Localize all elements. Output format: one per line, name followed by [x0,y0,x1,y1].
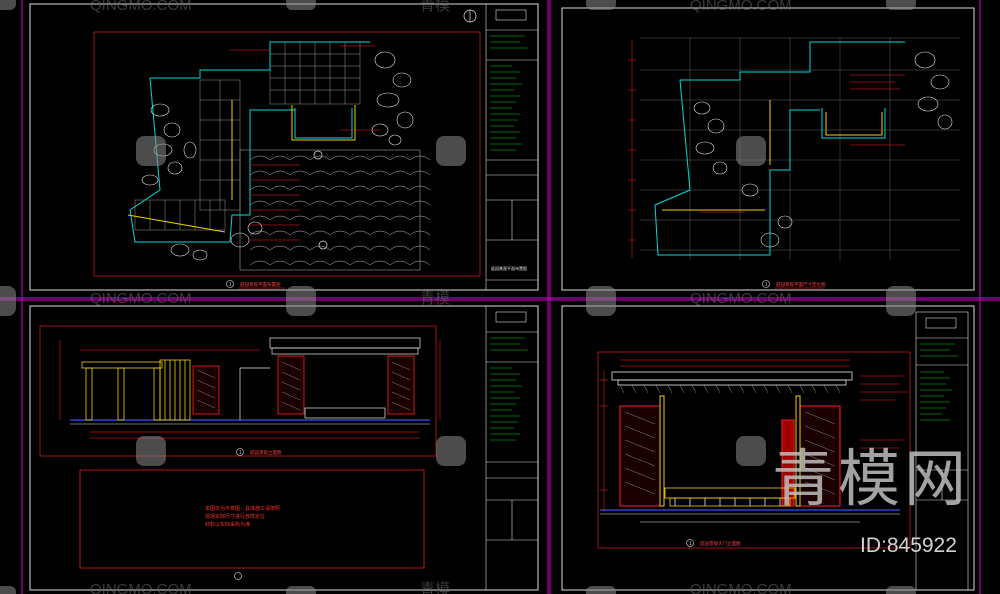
scale-mark: 1 [689,541,692,546]
watermark-text: 青模 [420,580,450,594]
sheet-title-text: 庭园景观立面图 [250,449,282,456]
pool-edge [127,100,356,233]
watermark-text: QINGMO.COM [690,290,792,307]
sheet-title: 1 庭园景观平面尺寸定位图 [762,280,826,289]
lattice-panels [192,355,415,415]
sheet-title: 1 庭园景观立面图 [236,448,282,456]
dimension-frame [39,325,437,457]
title-block [485,3,539,291]
grid-icon [640,37,960,260]
pool-edge [662,100,883,211]
sheet-title: 1 庭园景观平面布置图 [226,280,285,289]
wall-outline [129,41,370,243]
north-arrow-icon [313,9,477,250]
dimension-lines [628,40,905,258]
watermark-id: ID:845922 [860,534,957,557]
sheet-title-text: 庭园景观平面尺寸定位图 [776,281,826,288]
sheet-title-text: 庭园景观大门立面图 [700,540,741,547]
wall-outline [654,41,905,256]
note-line-3: 材料以实际采购为准 [205,521,250,528]
title-block-lines [490,337,528,441]
watermark-text: QINGMO.COM [90,0,192,14]
sheet-title-text: 庭园景观平面布置图 [240,281,281,288]
dimension-lines [59,340,441,439]
rock-clusters [693,51,953,248]
title-block-lines [920,343,958,421]
ground-line [70,419,430,425]
gate-roof [611,371,853,394]
title-block-lines [490,35,528,151]
watermark-text: QINGMO.COM [90,581,192,594]
watermark-text: QINGMO.COM [690,581,792,594]
drawing-name: 庭园景观平面布置图 [491,265,527,271]
watermark-layer: QINGMO.COM 青模 QINGMO.COM QINGMO.COM 青模 Q… [0,0,970,594]
scale-mark: 1 [765,282,768,287]
sheet-title: 1 庭园景观大门立面图 [686,539,741,547]
notes-box: 本图仅为示意图，具体施工请按照 现场实际尺寸进行放样定位 材料以实际采购为准 [79,469,425,580]
watermark-text: QINGMO.COM [690,0,792,14]
watermark-text: 青模 [420,289,450,307]
pergola [81,359,191,421]
cad-drawing-canvas: 1 庭园景观平面布置图 庭园景观平面布置图 1 庭园景观平面尺寸定位图 1 庭园… [0,0,1000,594]
watermark-brand: 青模网 [772,442,970,515]
sheet-plan-dimension: 1 庭园景观平面尺寸定位图 [561,7,975,291]
scale-mark: 1 [229,282,232,287]
leader-lines [230,45,380,241]
scale-mark: 1 [239,450,242,455]
title-block [485,305,539,591]
sheet-frame [561,7,975,291]
note-line-2: 现场实际尺寸进行放样定位 [205,513,265,520]
note-line-1: 本图仅为示意图，具体施工请按照 [205,505,280,512]
watermark-text: 青模 [420,0,450,14]
watermark-text: QINGMO.COM [90,290,192,307]
